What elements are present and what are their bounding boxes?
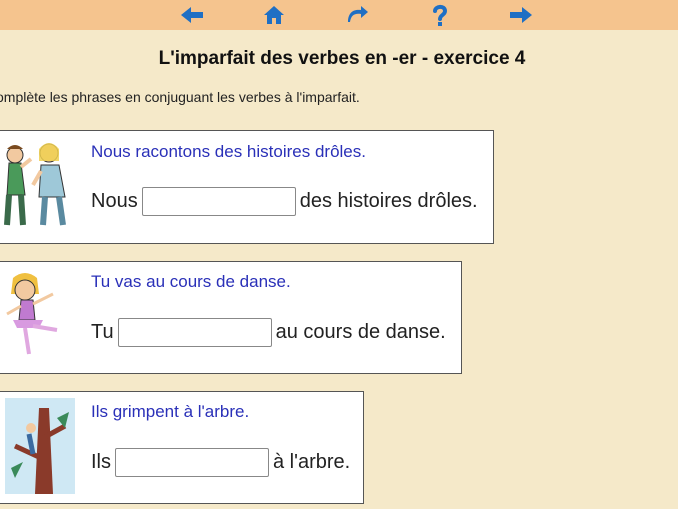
help-icon: [433, 4, 448, 26]
redo-button[interactable]: [344, 3, 370, 27]
forward-arrow-icon: [510, 7, 532, 23]
page-title: L'imparfait des verbes en -er - exercice…: [158, 48, 526, 69]
sentence-suffix: au cours de danse.: [275, 321, 446, 343]
back-arrow-icon: [181, 7, 203, 23]
answer-line: Nous des histoires drôles.: [91, 187, 478, 216]
home-icon: [264, 6, 284, 24]
dancing-girl-illustration: [6, 273, 58, 355]
answer-line: Ils à l'arbre.: [91, 448, 350, 477]
answer-input[interactable]: [115, 448, 269, 477]
sentence-suffix: des histoires drôles.: [299, 190, 478, 212]
model-sentence: Tu vas au cours de danse.: [91, 272, 291, 291]
redo-icon: [348, 6, 368, 22]
exercise-card-2: Tu vas au cours de danse. Tu au cours de…: [0, 261, 462, 374]
sentence-prefix: Ils: [91, 451, 111, 473]
tree-climbing-illustration: [5, 398, 75, 494]
navigation-bar: [0, 0, 678, 30]
exercise-card-1: Nous racontons des histoires drôles. Nou…: [0, 130, 494, 244]
model-sentence: Ils grimpent à l'arbre.: [91, 402, 250, 421]
home-button[interactable]: [261, 3, 287, 27]
sentence-prefix: Tu: [91, 321, 114, 343]
answer-input[interactable]: [117, 318, 272, 347]
forward-button[interactable]: [508, 3, 534, 27]
help-button[interactable]: [427, 3, 453, 27]
exercise-card-3: Ils grimpent à l'arbre. Ils à l'arbre.: [0, 391, 364, 504]
model-sentence: Nous racontons des histoires drôles.: [91, 142, 366, 161]
instruction-text: omplète les phrases en conjuguant les ve…: [0, 89, 360, 105]
answer-line: Tu au cours de danse.: [91, 318, 446, 347]
back-button[interactable]: [179, 3, 205, 27]
people-talking-illustration: [4, 143, 66, 226]
answer-input[interactable]: [141, 187, 296, 216]
sentence-prefix: Nous: [91, 190, 138, 212]
sentence-suffix: à l'arbre.: [273, 451, 351, 473]
